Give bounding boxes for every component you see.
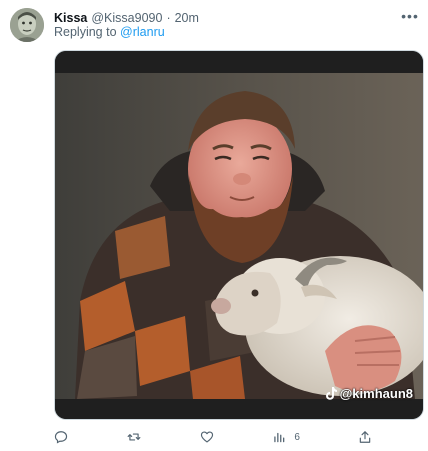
avatar-image	[10, 8, 44, 42]
timestamp[interactable]: 20m	[175, 10, 199, 26]
video-watermark: @kimhaun8	[325, 386, 413, 401]
more-options-button[interactable]: •••	[400, 6, 420, 26]
tweet-actions: 6	[54, 428, 372, 446]
avatar[interactable]	[10, 8, 44, 42]
separator-dot: ·	[166, 11, 171, 25]
views-button[interactable]: 6	[272, 430, 300, 444]
share-icon	[359, 431, 371, 443]
like-button[interactable]	[200, 430, 214, 444]
retweet-button[interactable]	[126, 430, 142, 444]
replying-to: Replying to @rlanru	[54, 24, 165, 40]
like-icon	[201, 431, 214, 443]
tweet-media-image[interactable]: @kimhaun8	[54, 50, 424, 420]
more-icon: •••	[401, 8, 419, 24]
views-count: 6	[294, 431, 300, 443]
reply-button[interactable]	[54, 430, 68, 444]
reply-icon	[54, 431, 68, 444]
replying-to-mention[interactable]: @rlanru	[120, 25, 165, 39]
watermark-username: @kimhaun8	[339, 386, 413, 401]
replying-prefix: Replying to	[54, 25, 117, 39]
views-icon	[274, 432, 285, 443]
tiktok-icon	[325, 387, 337, 400]
retweet-icon	[127, 433, 141, 441]
share-button[interactable]	[358, 430, 372, 444]
photo-man-hugging-sheep	[55, 51, 423, 419]
